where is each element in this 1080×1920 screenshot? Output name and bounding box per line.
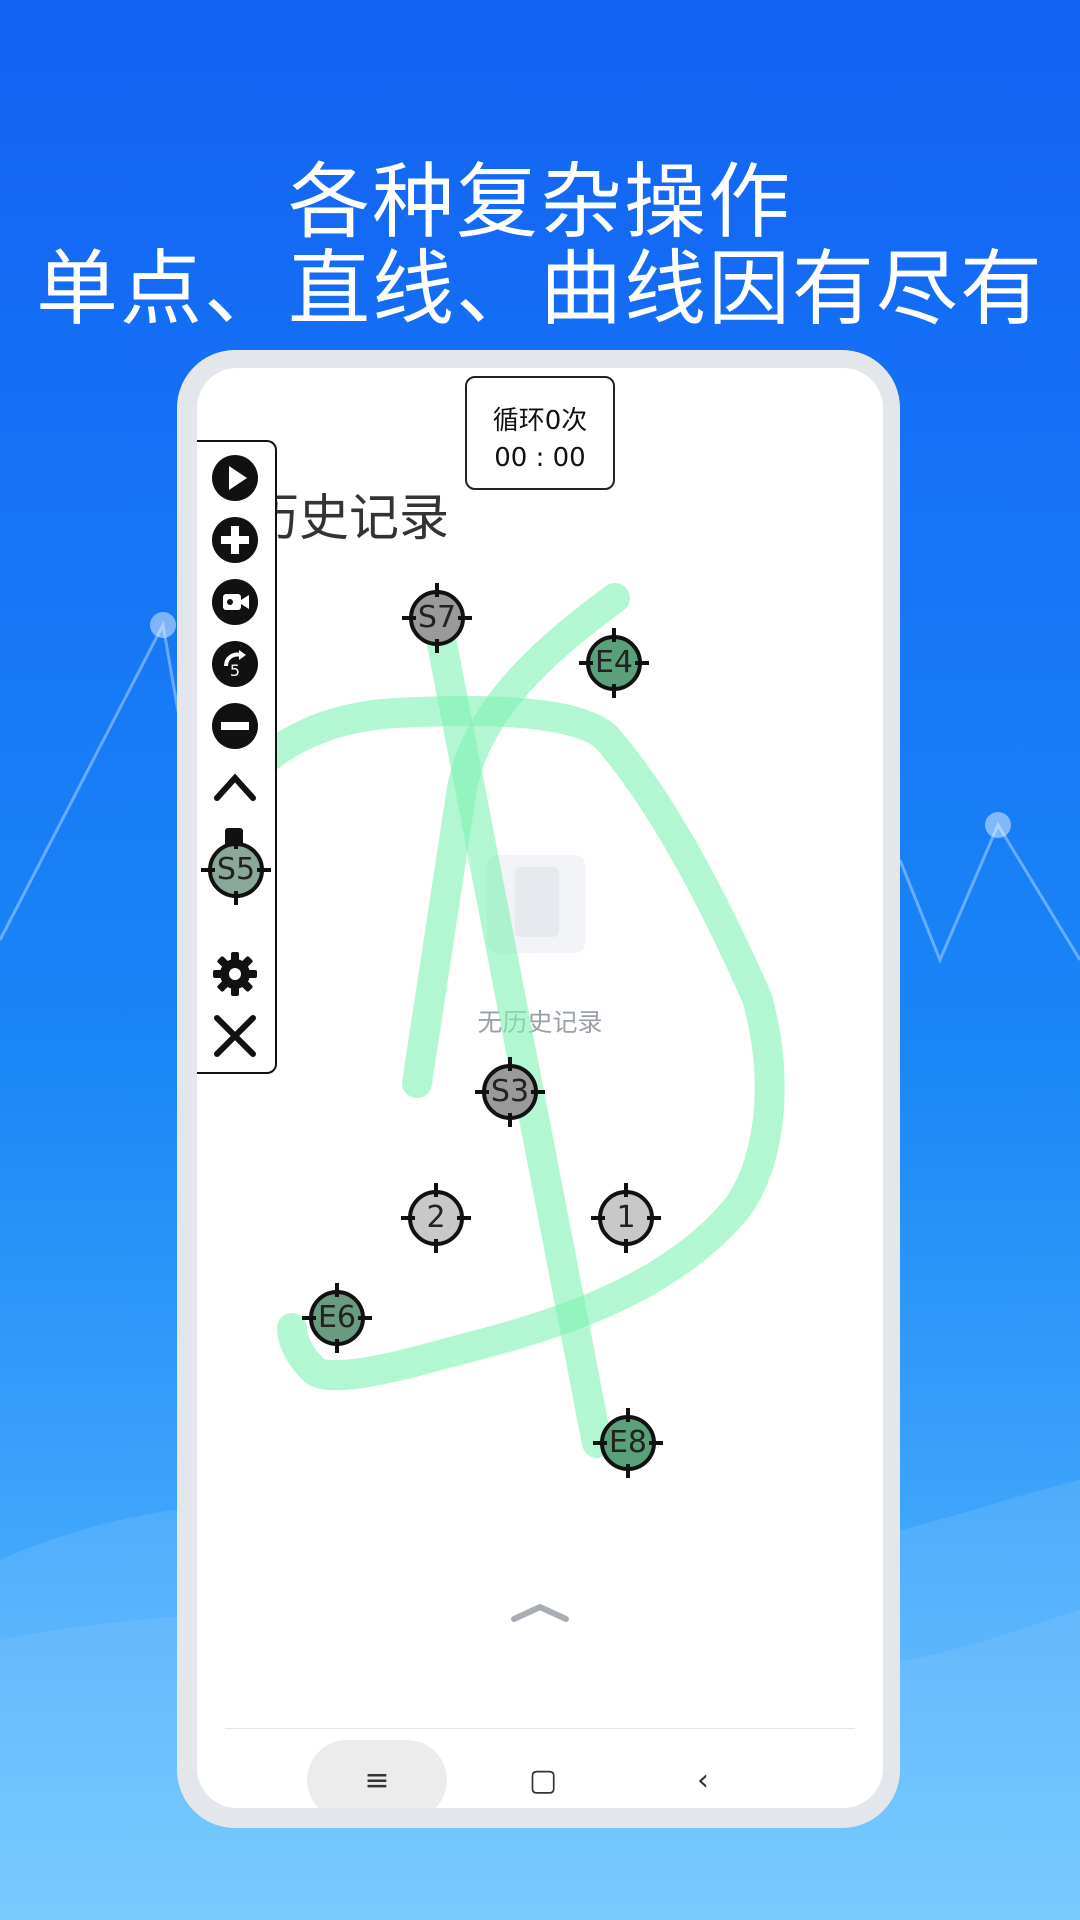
add-icon (212, 517, 258, 563)
nav-menu-button[interactable]: ≡ (307, 1740, 447, 1808)
nav-divider (225, 1728, 855, 1729)
marker-label: 1 (616, 1200, 636, 1235)
play-button[interactable] (209, 452, 261, 504)
remove-button[interactable] (209, 700, 261, 752)
touch-marker-1[interactable]: 1 (589, 1181, 663, 1255)
touch-marker-s5[interactable]: S5 (199, 833, 273, 907)
settings-button[interactable] (209, 948, 261, 1000)
swipe-up-handle[interactable] (510, 1601, 570, 1629)
marker-label: S7 (417, 600, 457, 635)
nav-home-button[interactable]: ▢ (493, 1740, 593, 1808)
marker-label: E8 (608, 1425, 648, 1460)
touch-marker-e8[interactable]: E8 (591, 1406, 665, 1480)
touch-marker-s3[interactable]: S3 (473, 1055, 547, 1129)
remove-icon (212, 703, 258, 749)
svg-text:5: 5 (230, 661, 240, 680)
touch-marker-e4[interactable]: E4 (577, 626, 651, 700)
settings-icon (213, 952, 257, 996)
nav-back-button[interactable]: ‹ (653, 1740, 753, 1808)
marker-label: S5 (216, 852, 256, 887)
collapse-button[interactable] (209, 762, 261, 814)
chevron-up-icon (511, 1603, 569, 1622)
replay-button[interactable]: 5 (209, 638, 261, 690)
play-icon (212, 455, 258, 501)
floating-toolbar: 5 (197, 440, 277, 1074)
touch-marker-e6[interactable]: E6 (300, 1281, 374, 1355)
record-button[interactable] (209, 576, 261, 628)
collapse-up-icon (214, 773, 256, 801)
record-icon (212, 579, 258, 625)
add-button[interactable] (209, 514, 261, 566)
close-button[interactable] (209, 1010, 261, 1062)
touch-marker-2[interactable]: 2 (399, 1181, 473, 1255)
marker-label: S3 (490, 1074, 530, 1109)
replay-icon: 5 (212, 641, 258, 687)
touch-marker-s7[interactable]: S7 (400, 581, 474, 655)
promo-subheadline: 单点、直线、曲线因有尽有 (35, 242, 1044, 337)
marker-label: E6 (317, 1300, 357, 1335)
marker-label: 2 (426, 1200, 446, 1235)
close-icon (214, 1015, 256, 1057)
phone-screen: 循环0次 00 : 00 历史记录 无历史记录 5 S7 E4 S5 S3 2 … (197, 368, 883, 1808)
marker-label: E4 (594, 645, 634, 680)
